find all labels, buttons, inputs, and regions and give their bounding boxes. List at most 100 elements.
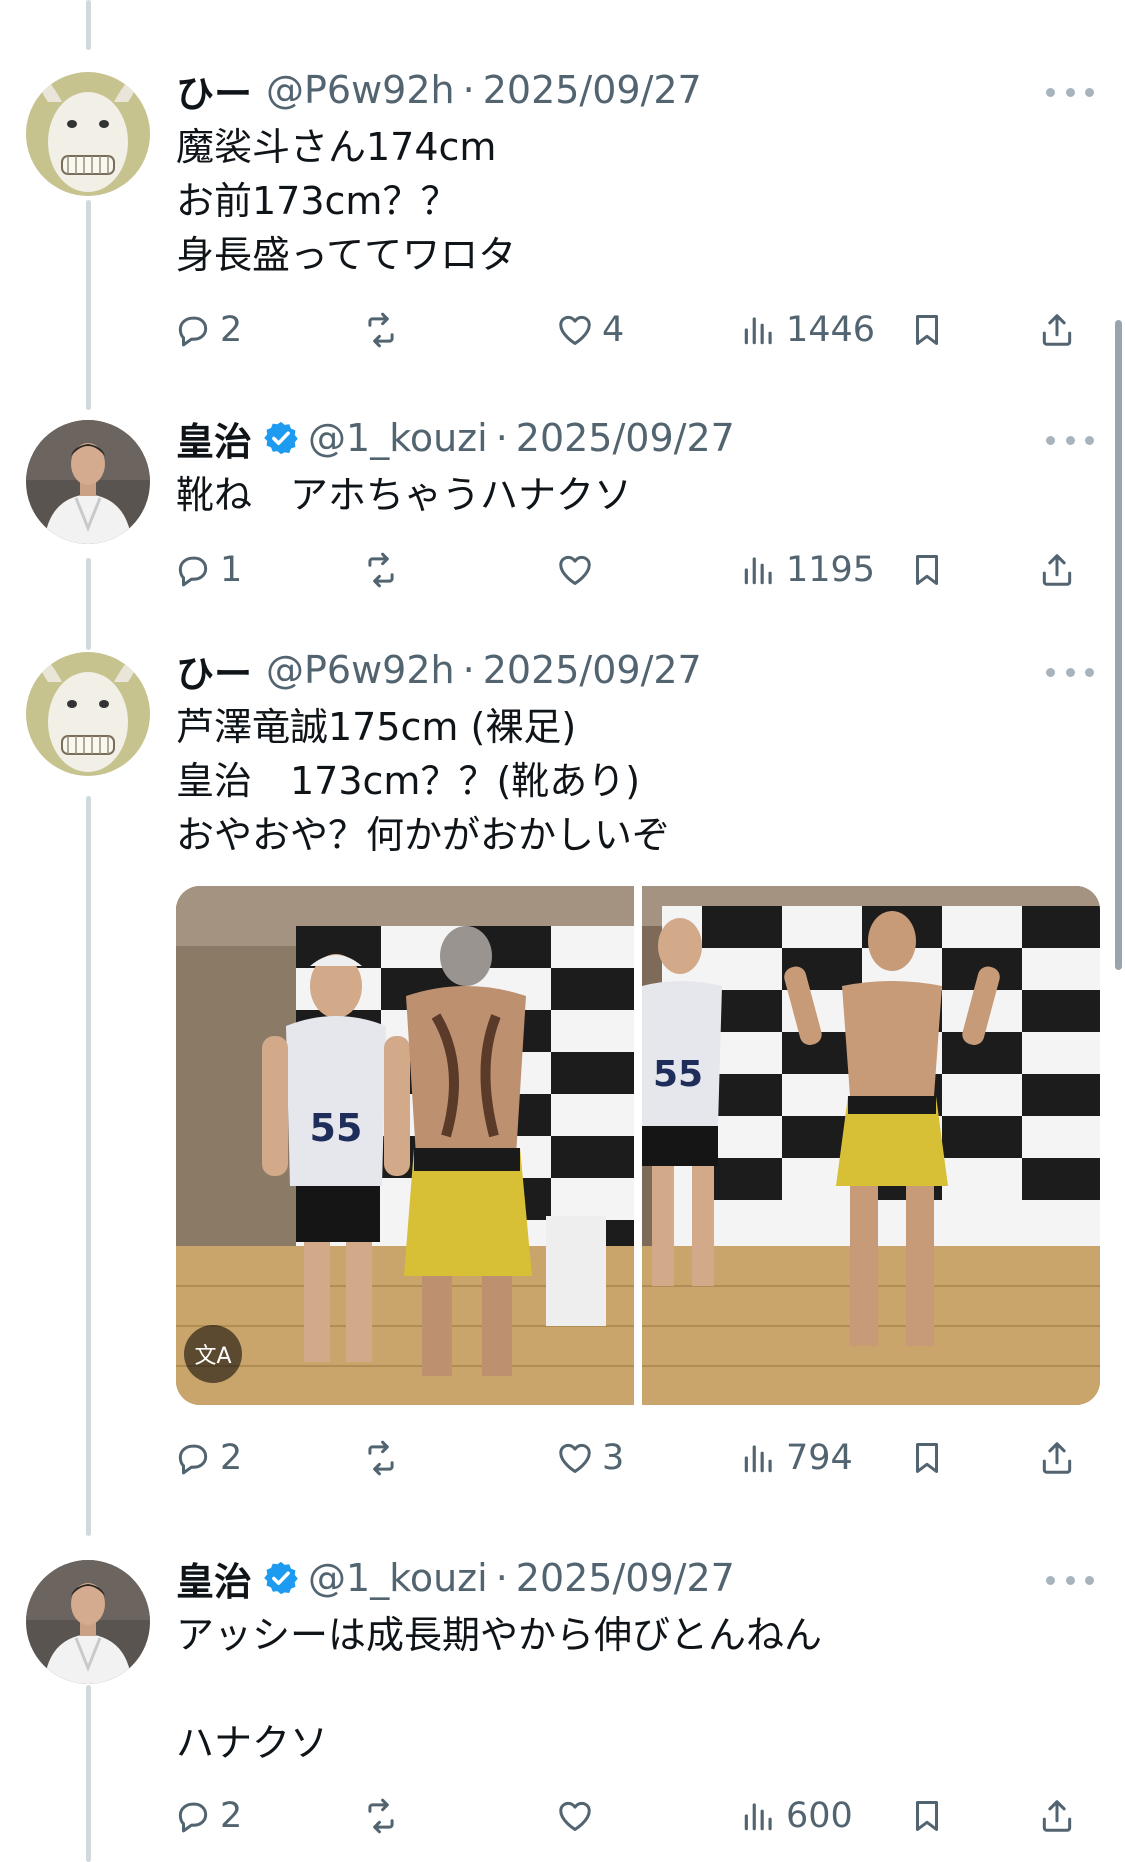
reply-button[interactable]: 2 [174, 1430, 242, 1486]
views-button[interactable]: 1195 [740, 542, 875, 598]
view-count: 1446 [786, 310, 876, 350]
bookmark-button[interactable] [908, 1430, 946, 1486]
more-icon-dot [1085, 435, 1094, 445]
retweet-icon [368, 1798, 394, 1834]
tweet[interactable]: 皇治 @1_kouzi · 2025/09/27 アッシーは成長期やから伸びとん… [0, 1520, 1110, 1862]
tweet-actions: 1 1195 [174, 542, 1094, 598]
reply-icon [178, 316, 208, 347]
more-icon-dot [1085, 1575, 1094, 1585]
more-icon [1046, 1575, 1055, 1585]
bookmark-button[interactable] [908, 302, 946, 358]
share-button[interactable] [1038, 542, 1076, 598]
like-button[interactable] [556, 1788, 602, 1844]
tweet-text: 芦澤竜誠175cm (裸足) 皇治 173cm？？(靴あり) おやおや？何かがお… [176, 705, 671, 857]
user-handle[interactable]: @P6w92h [266, 68, 455, 112]
heart-icon [559, 1443, 591, 1473]
bookmark-button[interactable] [908, 542, 946, 598]
share-icon [1042, 554, 1072, 586]
tweet[interactable]: ひー @P6w92h · 2025/09/27 魔裟斗さん174cm お前173… [0, 0, 1110, 380]
goat-avatar-image [26, 652, 150, 776]
retweet-button[interactable] [362, 1788, 408, 1844]
fighter-avatar-image [26, 420, 150, 544]
share-button[interactable] [1038, 1788, 1076, 1844]
view-count: 1195 [786, 550, 876, 590]
retweet-button[interactable] [362, 302, 408, 358]
photo[interactable]: 55 文A [176, 886, 634, 1405]
separator-dot: · [462, 648, 475, 692]
more-icon-dot [1065, 435, 1075, 445]
tweet-date[interactable]: 2025/09/27 [483, 68, 702, 112]
like-count: 3 [602, 1438, 625, 1478]
separator-dot: · [462, 68, 475, 112]
more-icon-dot [1085, 667, 1094, 677]
avatar[interactable] [26, 1560, 150, 1684]
avatar[interactable] [26, 652, 150, 776]
translate-button[interactable]: 文A [184, 1325, 242, 1383]
more-options-button[interactable] [1046, 657, 1094, 687]
separator-dot: · [495, 416, 508, 460]
verified-badge-icon [264, 1561, 298, 1595]
tweet-header: ひー @P6w92h · 2025/09/27 [176, 642, 702, 698]
reply-count: 2 [220, 310, 243, 350]
tweet-text: 靴ね アホちゃうハナクソ [176, 473, 633, 517]
avatar[interactable] [26, 420, 150, 544]
tweet-date[interactable]: 2025/09/27 [516, 1556, 735, 1600]
retweet-button[interactable] [362, 542, 408, 598]
tweet[interactable]: 皇治 @1_kouzi · 2025/09/27 靴ね アホちゃうハナクソ 1 [0, 380, 1110, 640]
tweet-actions: 2 4 1446 [174, 302, 1094, 358]
heart-icon [559, 555, 591, 585]
display-name[interactable]: 皇治 [176, 411, 252, 466]
retweet-icon [368, 312, 394, 348]
share-button[interactable] [1038, 302, 1076, 358]
tweet-date[interactable]: 2025/09/27 [483, 648, 702, 692]
tweet[interactable]: ひー @P6w92h · 2025/09/27 芦澤竜誠175cm (裸足) 皇… [0, 640, 1110, 1520]
views-button[interactable]: 794 [740, 1430, 853, 1486]
views-button[interactable]: 1446 [740, 302, 875, 358]
separator-dot: · [495, 1556, 508, 1600]
conversation-thread: ひー @P6w92h · 2025/09/27 魔裟斗さん174cm お前173… [0, 0, 1125, 1862]
views-button[interactable]: 600 [740, 1788, 853, 1844]
user-handle[interactable]: @1_kouzi [308, 416, 488, 460]
goat-avatar-image [26, 72, 150, 196]
reply-button[interactable]: 2 [174, 302, 242, 358]
user-handle[interactable]: @P6w92h [266, 648, 455, 692]
share-icon [1042, 1442, 1072, 1474]
more-icon [1046, 435, 1055, 445]
weigh-in-photo-faceoff: 55 [176, 886, 634, 1405]
bookmark-button[interactable] [908, 1788, 946, 1844]
reply-button[interactable]: 2 [174, 1788, 242, 1844]
media-grid: 55 文A 55 [176, 886, 1100, 1405]
share-icon [1042, 1800, 1072, 1832]
reply-count: 2 [220, 1438, 243, 1478]
more-options-button[interactable] [1046, 1565, 1094, 1595]
retweet-icon [368, 1440, 394, 1476]
more-icon-dot [1085, 87, 1094, 97]
like-button[interactable] [556, 542, 602, 598]
tweet-actions: 2 3 794 [174, 1430, 1094, 1486]
display-name[interactable]: 皇治 [176, 1551, 252, 1606]
bookmark-icon [915, 555, 939, 585]
bookmark-icon [915, 315, 939, 345]
views-icon [744, 557, 772, 585]
weigh-in-photo-pose: 55 [642, 886, 1100, 1405]
user-handle[interactable]: @1_kouzi [308, 1556, 488, 1600]
display-name[interactable]: ひー [176, 643, 252, 698]
views-icon [744, 1803, 772, 1831]
retweet-button[interactable] [362, 1430, 408, 1486]
tweet-header: 皇治 @1_kouzi · 2025/09/27 [176, 1550, 735, 1606]
avatar[interactable] [26, 72, 150, 196]
reply-count: 1 [220, 550, 243, 590]
like-button[interactable]: 3 [556, 1430, 624, 1486]
more-icon [1046, 667, 1055, 677]
reply-button[interactable]: 1 [174, 542, 242, 598]
display-name[interactable]: ひー [176, 63, 252, 118]
share-button[interactable] [1038, 1430, 1076, 1486]
more-options-button[interactable] [1046, 77, 1094, 107]
more-options-button[interactable] [1046, 425, 1094, 455]
tweet-date[interactable]: 2025/09/27 [516, 416, 735, 460]
scrollbar[interactable] [1115, 320, 1122, 970]
like-button[interactable]: 4 [556, 302, 624, 358]
more-icon-dot [1065, 667, 1075, 677]
verified-badge-icon [264, 421, 298, 455]
photo[interactable]: 55 [642, 886, 1100, 1405]
